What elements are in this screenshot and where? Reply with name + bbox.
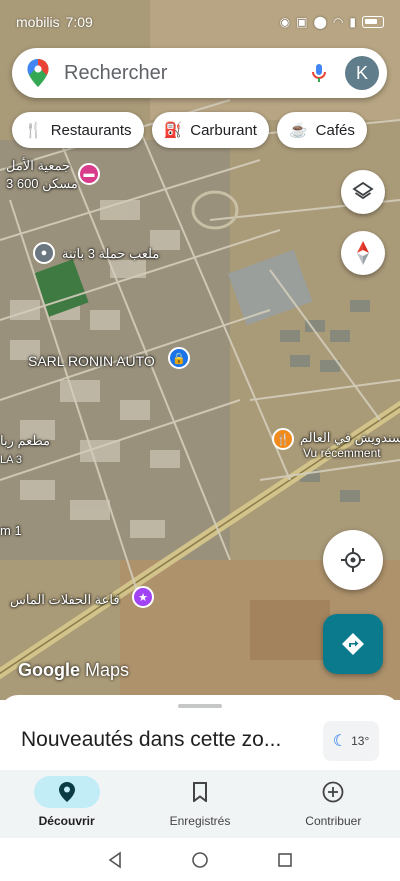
map-view[interactable]: جمعية الأمل 3 600 مسكن ▬ ● ملعب حملة 3 ب…	[0, 0, 400, 700]
bottom-sheet[interactable]: Nouveautés dans cette zo... ☾ 13°	[0, 695, 400, 775]
weather-chip[interactable]: ☾ 13°	[323, 721, 379, 761]
wifi-icon: ◠	[332, 15, 344, 29]
system-navigation	[0, 838, 400, 881]
venue-poi-icon[interactable]: ★	[132, 586, 154, 608]
directions-button[interactable]	[323, 614, 383, 674]
map-label-restaurant[interactable]: مطعم ربا	[0, 433, 50, 449]
map-label-sarl[interactable]: SARL RONIN AUTO	[28, 353, 155, 369]
battery-icon	[362, 16, 384, 28]
nav-label: Découvrir	[38, 814, 95, 828]
layers-icon	[352, 181, 374, 200]
my-location-button[interactable]	[323, 530, 383, 590]
weather-temp: 13°	[351, 734, 370, 748]
drag-handle[interactable]	[178, 704, 222, 708]
chip-label: Restaurants	[50, 121, 132, 139]
category-chips: 🍴 Restaurants ⛽ Carburant ☕ Cafés	[12, 112, 367, 148]
nav-saved[interactable]: Enregistrés	[145, 776, 255, 828]
signal-icon: ▮	[349, 15, 356, 29]
hotel-poi-icon[interactable]: ▬	[78, 163, 100, 185]
add-circle-icon	[322, 781, 344, 803]
map-label-sandwich[interactable]: سندويش في العالم	[300, 430, 400, 446]
back-icon[interactable]	[107, 850, 123, 869]
compass-icon	[357, 241, 369, 265]
fork-knife-icon: 🍴	[24, 122, 43, 139]
nav-label: Contribuer	[305, 814, 362, 828]
google-maps-logo: Google Maps	[18, 660, 130, 680]
map-label-hall[interactable]: قاعة الحفلات الماس	[10, 592, 120, 608]
map-label-restaurant-sub: LA 3	[0, 454, 23, 466]
chip-restaurants[interactable]: 🍴 Restaurants	[12, 112, 144, 148]
fuel-icon: ⛽	[163, 122, 183, 139]
nav-contribute[interactable]: Contribuer	[278, 776, 388, 828]
directions-icon	[342, 633, 364, 655]
chip-label: Cafés	[315, 121, 355, 139]
recents-icon[interactable]	[277, 852, 293, 868]
search-bar[interactable]: Rechercher K	[12, 48, 387, 98]
layers-button[interactable]	[341, 170, 385, 214]
home-icon[interactable]	[191, 851, 209, 869]
sheet-title[interactable]: Nouveautés dans cette zo...	[21, 728, 316, 752]
map-label-sandwich-sub: Vu récemment	[303, 446, 381, 460]
nfc-icon: ▣	[296, 15, 308, 29]
map-label-association[interactable]: جمعية الأمل	[6, 158, 70, 174]
compass-button[interactable]	[341, 231, 385, 275]
coffee-icon: ☕	[288, 122, 308, 139]
chip-fuel[interactable]: ⛽ Carburant	[151, 112, 269, 148]
avatar[interactable]: K	[345, 56, 379, 90]
chip-cafes[interactable]: ☕ Cafés	[276, 112, 367, 148]
restaurant-poi-icon[interactable]: 🍴	[272, 428, 294, 450]
map-label-stadium[interactable]: ملعب حملة 3 باتنة	[62, 246, 159, 262]
nav-explore[interactable]: Découvrir	[12, 776, 122, 828]
location-pin-icon	[58, 782, 75, 802]
mic-icon[interactable]	[307, 61, 331, 85]
carrier-name: mobilis	[16, 14, 60, 30]
map-label-association-sub: 3 600 مسكن	[6, 176, 78, 191]
moon-icon: ☾	[332, 733, 348, 750]
status-bar: mobilis 7:09 ◉ ▣ ⬤ ◠ ▮	[0, 0, 400, 44]
bookmark-icon	[192, 782, 207, 802]
eye-icon: ◉	[279, 15, 291, 29]
bottom-navigation: Découvrir Enregistrés Contribuer	[0, 770, 400, 838]
chip-label: Carburant	[190, 121, 257, 139]
place-poi-icon[interactable]: ●	[33, 242, 55, 264]
crosshair-icon	[341, 548, 365, 572]
search-input[interactable]: Rechercher	[64, 62, 307, 85]
map-label-edge: m 1	[0, 523, 22, 538]
google-maps-pin-icon	[27, 59, 49, 87]
location-icon: ⬤	[313, 15, 327, 29]
nav-label: Enregistrés	[169, 814, 231, 828]
shop-poi-icon[interactable]: 🔒	[168, 347, 190, 369]
clock: 7:09	[65, 14, 93, 30]
